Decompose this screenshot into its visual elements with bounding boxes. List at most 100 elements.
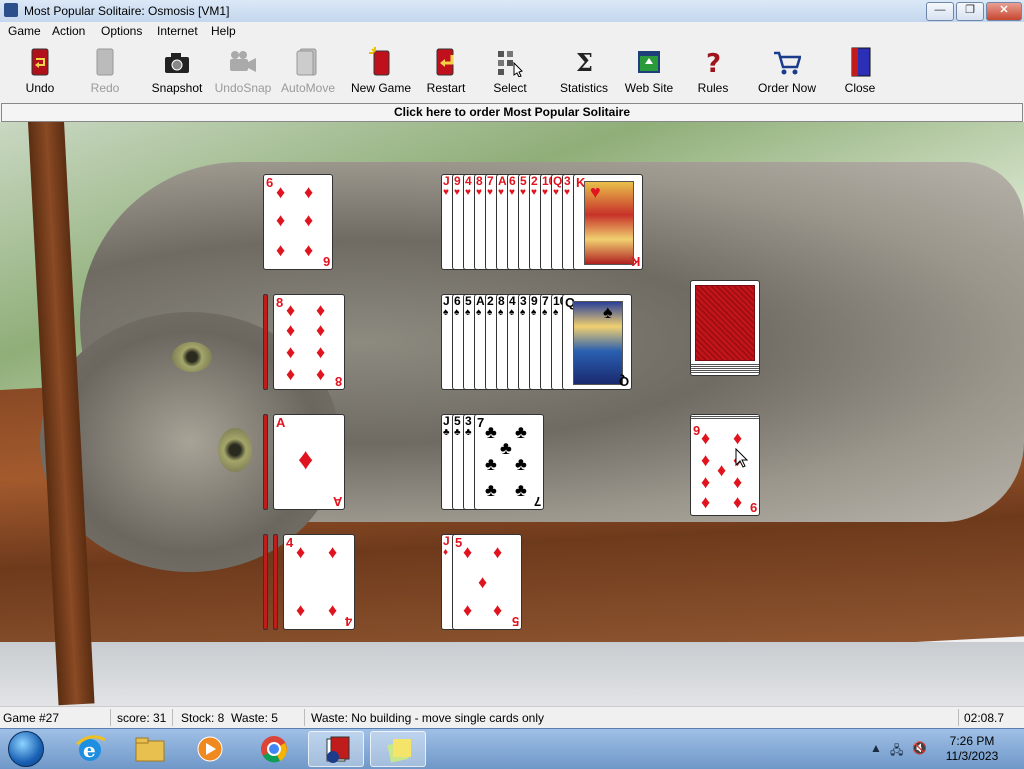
toolbar: Undo Redo Snapshot UndoSnap AutoMove New… bbox=[0, 41, 1024, 101]
foundation-hearts[interactable]: J ♥ 9 ♥ 4 ♥ 8 ♥ 7 ♥ A ♥ 6 ♥ 5 ♥ 2 ♥ 10 ♥ Q ♥ 3 ♥ K ♥ K bbox=[441, 174, 643, 270]
menu-options[interactable]: Options bbox=[101, 24, 142, 38]
card-rank: Q bbox=[553, 174, 563, 188]
card-rank: 7 bbox=[477, 415, 485, 430]
foundation-top-card[interactable]: Q ♠ Q bbox=[562, 294, 632, 390]
website-button[interactable]: Web Site bbox=[614, 45, 684, 99]
card-rank: K bbox=[630, 254, 640, 269]
tray-expand-icon[interactable]: ▲ bbox=[870, 741, 882, 755]
card-rank: 8 bbox=[476, 174, 483, 188]
foundation-diamonds[interactable]: J ♦ 5 ♦ ♦ ♦ ♦ ♦ 5 bbox=[441, 534, 531, 630]
foundation-top-card[interactable]: 7 ♣ ♣ ♣ ♣ ♣ ♣ ♣ 7 bbox=[474, 414, 544, 510]
reserve-3-top-card[interactable]: A ♦ A bbox=[273, 414, 345, 510]
reserve-2-top-card[interactable]: 8 ♦ ♦ ♦ ♦ ♦ ♦ ♦ ♦ 8 bbox=[273, 294, 345, 390]
menu-internet[interactable]: Internet bbox=[157, 24, 198, 38]
ie-icon: e bbox=[76, 735, 106, 762]
menu-help[interactable]: Help bbox=[211, 24, 236, 38]
reserve-4-top-card[interactable]: 4 ♦ ♦ ♦ ♦ 4 bbox=[283, 534, 355, 630]
card-suit: ♦ bbox=[478, 572, 488, 592]
automove-button[interactable]: AutoMove bbox=[273, 45, 343, 99]
card-rank: 7 bbox=[533, 494, 541, 509]
network-icon[interactable]: 🖧 bbox=[890, 741, 903, 762]
undosnap-button[interactable]: UndoSnap bbox=[208, 45, 278, 99]
card-suit: ♣ bbox=[485, 422, 497, 442]
ie-taskbar-button[interactable]: e bbox=[62, 731, 118, 767]
waste-top-card[interactable]: 9 ♦ ♦ ♦ ♦ ♦ ♦ ♦ ♦ ♦ 9 bbox=[690, 414, 760, 516]
card-rank: Q bbox=[618, 374, 629, 389]
svg-text:?: ? bbox=[706, 49, 721, 77]
solitaire-app-icon bbox=[326, 736, 350, 763]
order-banner[interactable]: Click here to order Most Popular Solitai… bbox=[1, 103, 1023, 122]
card-suit: ♣ bbox=[515, 422, 527, 442]
card-rank: J bbox=[443, 174, 450, 188]
card-suit: ♣ bbox=[515, 480, 527, 500]
background-cat-eye bbox=[218, 428, 252, 472]
close-game-button[interactable]: Close bbox=[825, 45, 895, 99]
stock-edges bbox=[691, 363, 759, 373]
clock[interactable]: 7:26 PM 11/3/2023 bbox=[934, 734, 1010, 764]
hidden-card bbox=[263, 534, 268, 630]
card-rank: 2 bbox=[531, 174, 538, 188]
card-rank: 2 bbox=[487, 294, 494, 308]
card-rank: A bbox=[476, 294, 485, 308]
card-rank: 5 bbox=[511, 614, 519, 629]
card-suit: ♣ bbox=[500, 438, 512, 458]
solitaire-taskbar-button[interactable] bbox=[308, 731, 364, 767]
chrome-icon bbox=[261, 736, 287, 763]
video-camera-icon bbox=[229, 47, 257, 77]
foundation-top-card[interactable]: K ♥ K bbox=[573, 174, 643, 270]
undo-button[interactable]: Undo bbox=[5, 45, 75, 99]
foundation-spades[interactable]: J ♠ 6 ♠ 5 ♠ A ♠ 2 ♠ 8 ♠ 4 ♠ 3 ♠ 9 ♠ 7 ♠ 10 ♠ Q ♠ Q bbox=[441, 294, 632, 390]
select-button[interactable]: Select bbox=[475, 45, 545, 99]
app-icon bbox=[4, 3, 18, 17]
background-sill bbox=[0, 642, 1024, 706]
foundation-clubs[interactable]: J ♣ 5 ♣ 3 ♣ 7 ♣ ♣ ♣ ♣ ♣ ♣ ♣ 7 bbox=[441, 414, 551, 510]
hidden-card bbox=[263, 414, 268, 510]
automove-icon bbox=[294, 47, 322, 77]
redo-button[interactable]: Redo bbox=[70, 45, 140, 99]
clock-time: 7:26 PM bbox=[949, 734, 995, 748]
card-rank: 4 bbox=[509, 294, 516, 308]
card-suit: ♦ bbox=[463, 542, 473, 562]
order-now-button[interactable]: Order Now bbox=[752, 45, 822, 99]
card-rank: 9 bbox=[531, 294, 538, 308]
media-player-icon bbox=[197, 736, 223, 762]
card-rank: J bbox=[443, 534, 450, 548]
status-score: score: 31 bbox=[117, 711, 167, 725]
start-button[interactable] bbox=[8, 731, 44, 767]
reserve-4: 4 ♦ ♦ ♦ ♦ 4 bbox=[263, 534, 355, 630]
explorer-folder-icon bbox=[135, 737, 165, 762]
select-icon bbox=[496, 47, 524, 78]
new-game-button[interactable]: New Game bbox=[346, 45, 416, 99]
card-rank: 8 bbox=[498, 294, 505, 308]
explorer-taskbar-button[interactable] bbox=[122, 731, 178, 767]
sticky-notes-taskbar-button[interactable] bbox=[370, 731, 426, 767]
foundation-top-card[interactable]: 5 ♦ ♦ ♦ ♦ ♦ 5 bbox=[452, 534, 522, 630]
minimize-button[interactable]: — bbox=[926, 2, 954, 21]
volume-muted-icon[interactable]: 🔇 bbox=[912, 741, 927, 755]
statistics-button[interactable]: Σ Statistics bbox=[549, 45, 619, 99]
reserve-2: 8 ♦ ♦ ♦ ♦ ♦ ♦ ♦ ♦ 8 bbox=[263, 294, 345, 390]
close-button[interactable]: ✕ bbox=[986, 2, 1022, 21]
card-suit: ♦ bbox=[493, 542, 503, 562]
restart-button[interactable]: Restart bbox=[411, 45, 481, 99]
menu-game[interactable]: Game bbox=[8, 24, 41, 38]
status-message: Waste: No building - move single cards o… bbox=[311, 711, 544, 725]
snapshot-button[interactable]: Snapshot bbox=[142, 45, 212, 99]
waste-edges bbox=[691, 415, 759, 420]
card-rank: 3 bbox=[564, 174, 571, 188]
card-rank: 6 bbox=[454, 294, 461, 308]
card-back-pattern bbox=[695, 285, 755, 361]
menu-action[interactable]: Action bbox=[52, 24, 85, 38]
window-title: Most Popular Solitaire: Osmosis [VM1] bbox=[24, 4, 230, 18]
card-suit: ♥ bbox=[590, 182, 601, 202]
chrome-taskbar-button[interactable] bbox=[246, 731, 302, 767]
card-rank: 5 bbox=[520, 174, 527, 188]
camera-icon bbox=[163, 47, 191, 77]
background-cat-eye bbox=[172, 342, 212, 372]
reserve-1-top-card[interactable]: 6 ♦ ♦ ♦ ♦ ♦ ♦ 6 bbox=[263, 174, 333, 270]
maximize-button[interactable]: ❐ bbox=[956, 2, 984, 21]
media-player-taskbar-button[interactable] bbox=[182, 731, 238, 767]
rules-button[interactable]: ? Rules bbox=[678, 45, 748, 99]
stock-pile[interactable] bbox=[690, 280, 760, 376]
card-rank: 5 bbox=[455, 535, 463, 550]
